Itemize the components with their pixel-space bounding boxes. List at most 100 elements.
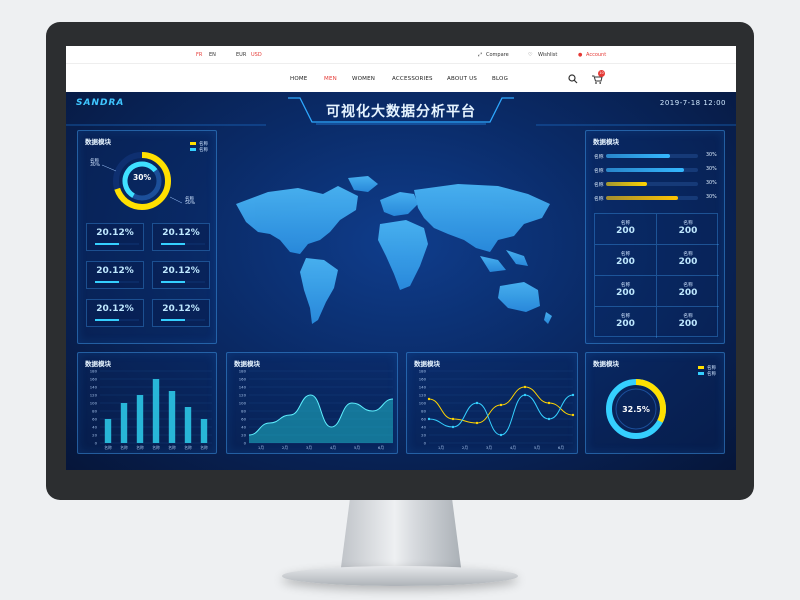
kpi-value: 200	[616, 257, 635, 267]
kpi-value: 200	[678, 288, 698, 298]
panel-left-top: 数据模块 30% 名称 30% 名称 50% 名称 名称 20.12% 20.1…	[77, 130, 217, 344]
y-tick-label: 80	[92, 409, 97, 414]
bar	[152, 379, 160, 443]
bar-pct: 30%	[706, 181, 717, 186]
x-tick-label: 2月	[282, 445, 288, 450]
data-point	[547, 417, 551, 421]
y-tick-label: 40	[241, 425, 246, 430]
x-tick-label: 名称	[152, 445, 160, 450]
x-tick-label: 2月	[462, 445, 468, 450]
kpi-label: 名称	[683, 283, 693, 288]
account-link[interactable]: Account	[586, 52, 606, 58]
monitor-screen: FR EN EUR USD ⤢ Compare ♡ Wishlist ● Acc…	[66, 46, 736, 470]
bar-chart: 180 160 140 120 100 80 60 40 20 0 名称 名称 名称 名称 名称 名称 名称	[90, 369, 212, 450]
kpi-grid: 名称 200 名称 200 名称 200 名称 200 名称 200 名称 200 名称 20…	[594, 213, 719, 338]
panel-title: 数据模块	[593, 138, 619, 146]
search-icon[interactable]	[568, 74, 578, 84]
stat-bar	[95, 281, 139, 283]
kpi-label: 名称	[620, 221, 631, 226]
kpi-cell: 名称 200	[657, 214, 719, 245]
data-point	[451, 417, 455, 421]
data-point	[499, 403, 503, 407]
compare-icon[interactable]: ⤢	[478, 52, 482, 58]
bar-fill	[606, 168, 685, 172]
nav-home[interactable]: HOME	[290, 76, 308, 82]
kpi-label: 名称	[620, 314, 631, 319]
stat-card: 20.12%	[86, 261, 144, 289]
user-icon[interactable]: ●	[578, 52, 582, 58]
nav-accessories[interactable]: ACCESSORIES	[392, 76, 433, 82]
y-tick-label: 40	[421, 425, 426, 430]
nav-about[interactable]: ABOUT US	[447, 76, 477, 82]
heart-icon[interactable]: ♡	[528, 52, 532, 58]
stat-bar	[161, 319, 205, 321]
panel-donut-right: 数据模块 32.5% 名称 名称	[585, 352, 725, 454]
donut-left-pct-a: 30%	[90, 163, 101, 168]
bar	[136, 395, 144, 443]
kpi-label: 名称	[620, 252, 631, 257]
y-tick-label: 180	[239, 369, 247, 374]
cart-count-badge: 10	[598, 70, 605, 77]
currency-usd[interactable]: USD	[251, 52, 262, 58]
y-tick-label: 20	[241, 433, 246, 438]
data-point	[571, 413, 575, 417]
nav-blog[interactable]: BLOG	[492, 76, 508, 82]
donut-left-value: 30%	[133, 173, 151, 182]
y-tick-label: 60	[421, 417, 426, 422]
lang-en[interactable]: EN	[209, 52, 216, 58]
y-tick-label: 100	[419, 401, 427, 406]
nav-men[interactable]: MEN	[324, 76, 337, 82]
monitor-base	[282, 566, 518, 586]
bar	[120, 403, 128, 443]
kpi-cell: 名称 200	[595, 307, 657, 338]
kpi-cell: 名称 200	[657, 307, 719, 338]
x-tick-label: 5月	[534, 445, 540, 450]
y-tick-label: 80	[241, 409, 246, 414]
y-tick-label: 120	[419, 393, 427, 398]
bar-pct: 30%	[706, 195, 717, 200]
bar-label: 名称	[594, 183, 604, 188]
panel-bar-chart: 数据模块 180 160 140 120 100 80 60 40 20 0 名称 名称 名称 名称 名称名…	[77, 352, 217, 454]
x-tick-label: 6月	[378, 445, 384, 450]
bar-fill	[606, 182, 648, 186]
wishlist-link[interactable]: Wishlist	[538, 52, 557, 58]
kpi-value: 200	[616, 288, 635, 298]
world-map	[236, 176, 552, 324]
y-tick-label: 80	[421, 409, 426, 414]
x-tick-label: 3月	[306, 445, 312, 450]
data-point	[475, 421, 479, 425]
bar	[200, 419, 208, 443]
y-tick-label: 100	[239, 401, 247, 406]
stat-value: 20.12%	[96, 266, 134, 276]
stat-bar	[161, 243, 205, 245]
bar	[184, 407, 192, 443]
stat-value: 20.12%	[96, 304, 134, 314]
x-tick-label: 名称	[200, 445, 208, 450]
site-nav: HOME MEN WOMEN ACCESSORIES ABOUT US BLOG…	[66, 64, 736, 90]
nav-women[interactable]: WOMEN	[352, 76, 375, 82]
y-tick-label: 60	[92, 417, 97, 422]
area-chart: 180 160 140 120 100 80 60 40 20 0 1月 2月 3月 4月 5月 6月	[239, 369, 394, 450]
x-tick-label: 4月	[510, 445, 516, 450]
y-tick-label: 140	[419, 385, 427, 390]
data-point	[451, 425, 455, 429]
product-mockup: FR EN EUR USD ⤢ Compare ♡ Wishlist ● Acc…	[0, 0, 800, 600]
y-tick-label: 60	[241, 417, 246, 422]
bar	[104, 419, 112, 443]
data-point	[547, 401, 551, 405]
lang-fr[interactable]: FR	[196, 52, 202, 58]
site-topbar: FR EN EUR USD ⤢ Compare ♡ Wishlist ● Acc…	[66, 46, 736, 64]
x-tick-label: 3月	[486, 445, 492, 450]
legend-b: 名称	[707, 372, 716, 377]
kpi-cell: 名称 200	[595, 214, 657, 245]
compare-link[interactable]: Compare	[486, 52, 509, 58]
bar-fill	[606, 154, 671, 158]
currency-eur[interactable]: EUR	[236, 52, 246, 58]
bar-track	[606, 154, 698, 158]
monitor-stand	[340, 500, 462, 575]
panel-right-top: 数据模块 名称 30% 名称 30% 名称 30% 名称 30% 名称 200 名…	[585, 130, 725, 344]
stat-value: 20.12%	[96, 228, 134, 238]
x-tick-label: 名称	[184, 445, 192, 450]
data-point	[571, 393, 575, 397]
bar-label: 名称	[594, 169, 604, 174]
